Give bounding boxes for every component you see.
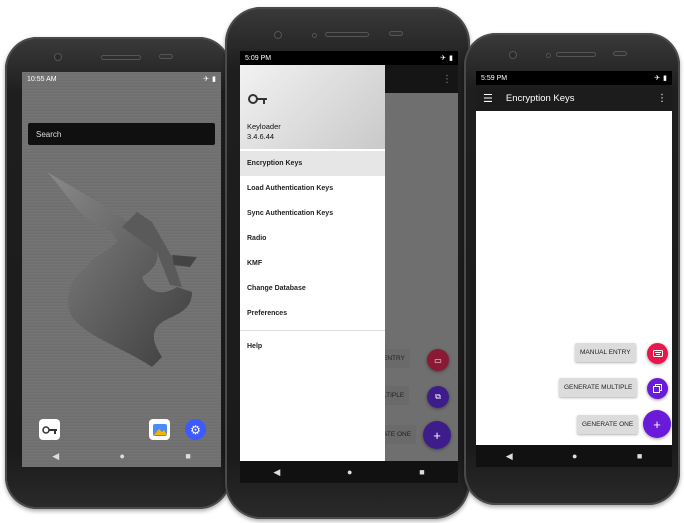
menu-item-kmf[interactable]: KMF: [240, 251, 385, 276]
proximity-sensor: [159, 54, 173, 59]
proximity-sensor: [613, 51, 627, 56]
battery-icon: ▮: [212, 76, 216, 83]
settings-app-icon[interactable]: ⚙: [185, 419, 206, 440]
app-bar: ☰ Encryption Keys ⋮: [476, 85, 672, 111]
airplane-mode-icon: ✈: [440, 55, 447, 62]
menu-divider: [240, 330, 385, 331]
key-icon: [248, 94, 267, 104]
status-time: 5:59 PM: [481, 74, 508, 82]
hamburger-menu-icon[interactable]: ☰: [483, 92, 493, 105]
menu-item-radio[interactable]: Radio: [240, 226, 385, 251]
generate-multiple-button[interactable]: GENERATE MULTIPLE: [559, 378, 638, 397]
battery-icon: ▮: [663, 75, 667, 82]
phone-1: 10:55 AM ✈ ▮ Search ⚙ ◀ ● ■: [5, 37, 231, 509]
keyloader-app-icon[interactable]: [39, 419, 60, 440]
photos-icon: [152, 423, 167, 436]
screen-home: 10:55 AM ✈ ▮ Search ⚙ ◀ ● ■: [22, 72, 221, 467]
earpiece-speaker: [101, 55, 141, 60]
gear-icon: ⚙: [190, 422, 201, 437]
nav-recents-button[interactable]: ■: [185, 451, 190, 461]
front-sensor-dot: [546, 53, 551, 58]
add-icon: +: [433, 427, 441, 443]
status-bar: 5:59 PM ✈ ▮: [476, 71, 672, 85]
airplane-mode-icon: ✈: [203, 76, 210, 83]
overflow-menu-icon[interactable]: ⋮: [442, 74, 452, 85]
generate-one-fab[interactable]: +: [643, 410, 671, 438]
screen-encryption-keys: 5:59 PM ✈ ▮ ☰ Encryption Keys ⋮ MANUAL E…: [476, 71, 672, 467]
drawer-header: Keyloader 3.4.6.44: [240, 65, 385, 149]
nav-bar: ◀ ● ■: [240, 461, 458, 483]
generate-one-button[interactable]: GENERATE ONE: [577, 415, 639, 434]
overflow-menu-icon[interactable]: ⋮: [657, 93, 667, 104]
front-camera: [509, 51, 517, 59]
chip-label: LTIPLE: [383, 392, 405, 399]
nav-home-button[interactable]: ●: [572, 451, 577, 461]
keyboard-icon: [652, 350, 663, 357]
add-icon: +: [653, 416, 661, 432]
status-time: 5:09 PM: [245, 54, 272, 62]
generate-multiple-fab[interactable]: [647, 378, 668, 399]
nav-recents-button[interactable]: ■: [419, 467, 424, 477]
status-bar: 10:55 AM ✈ ▮: [22, 72, 221, 86]
menu-item-encryption-keys[interactable]: Encryption Keys: [240, 151, 385, 176]
menu-item-sync-authentication-keys[interactable]: Sync Authentication Keys: [240, 201, 385, 226]
phone-2: ⋮ 5:09 PM ✈ ▮ ENTRY ▭ LTIPLE ⧉ ATE ONE +: [225, 7, 470, 519]
menu-item-load-authentication-keys[interactable]: Load Authentication Keys: [240, 176, 385, 201]
photos-app-icon[interactable]: [149, 419, 170, 440]
nav-bar: ◀ ● ■: [476, 445, 672, 467]
manual-entry-fab[interactable]: [647, 343, 668, 364]
app-name: Keyloader: [247, 122, 281, 131]
nav-bar: ◀ ● ■: [22, 445, 221, 467]
front-camera: [54, 53, 62, 61]
chip-label: ATE ONE: [383, 431, 412, 438]
manual-entry-button[interactable]: MANUAL ENTRY: [575, 343, 636, 362]
front-sensor-dot: [312, 33, 317, 38]
phone-3: 5:59 PM ✈ ▮ ☰ Encryption Keys ⋮ MANUAL E…: [464, 33, 680, 505]
search-label: Search: [36, 129, 62, 139]
generate-one-label: GENERATE ONE: [582, 421, 634, 428]
horse-logo-wallpaper: [47, 172, 197, 367]
battery-icon: ▮: [449, 55, 453, 62]
nav-back-button[interactable]: ◀: [273, 467, 280, 478]
nav-home-button[interactable]: ●: [347, 467, 352, 477]
nav-home-button[interactable]: ●: [120, 451, 125, 461]
status-bar: 5:09 PM ✈ ▮: [240, 51, 458, 65]
proximity-sensor: [389, 31, 403, 36]
page-title: Encryption Keys: [505, 92, 575, 104]
manual-entry-fab-dimmed: ▭: [427, 349, 449, 371]
menu-item-preferences[interactable]: Preferences: [240, 301, 385, 326]
earpiece-speaker: [325, 32, 369, 37]
airplane-mode-icon: ✈: [654, 75, 661, 82]
nav-recents-button[interactable]: ■: [637, 451, 642, 461]
library-add-icon: [653, 384, 662, 393]
generate-one-fab-dimmed: +: [423, 421, 451, 449]
chip-label: ENTRY: [383, 355, 405, 362]
nav-back-button[interactable]: ◀: [506, 451, 513, 462]
menu-item-help[interactable]: Help: [240, 334, 385, 359]
generate-multiple-fab-dimmed: ⧉: [427, 386, 449, 408]
app-version: 3.4.6.44: [247, 132, 275, 141]
key-icon: [41, 425, 57, 434]
manual-entry-label: MANUAL ENTRY: [580, 349, 631, 356]
nav-back-button[interactable]: ◀: [52, 451, 59, 462]
search-bar[interactable]: Search: [28, 123, 215, 145]
generate-multiple-label: GENERATE MULTIPLE: [564, 384, 633, 391]
earpiece-speaker: [556, 52, 596, 57]
navigation-drawer: Keyloader 3.4.6.44 Encryption Keys Load …: [240, 65, 385, 461]
screen-drawer: ⋮ 5:09 PM ✈ ▮ ENTRY ▭ LTIPLE ⧉ ATE ONE +: [240, 51, 458, 483]
menu-item-change-database[interactable]: Change Database: [240, 276, 385, 301]
status-time: 10:55 AM: [27, 75, 57, 83]
front-camera: [274, 31, 282, 39]
